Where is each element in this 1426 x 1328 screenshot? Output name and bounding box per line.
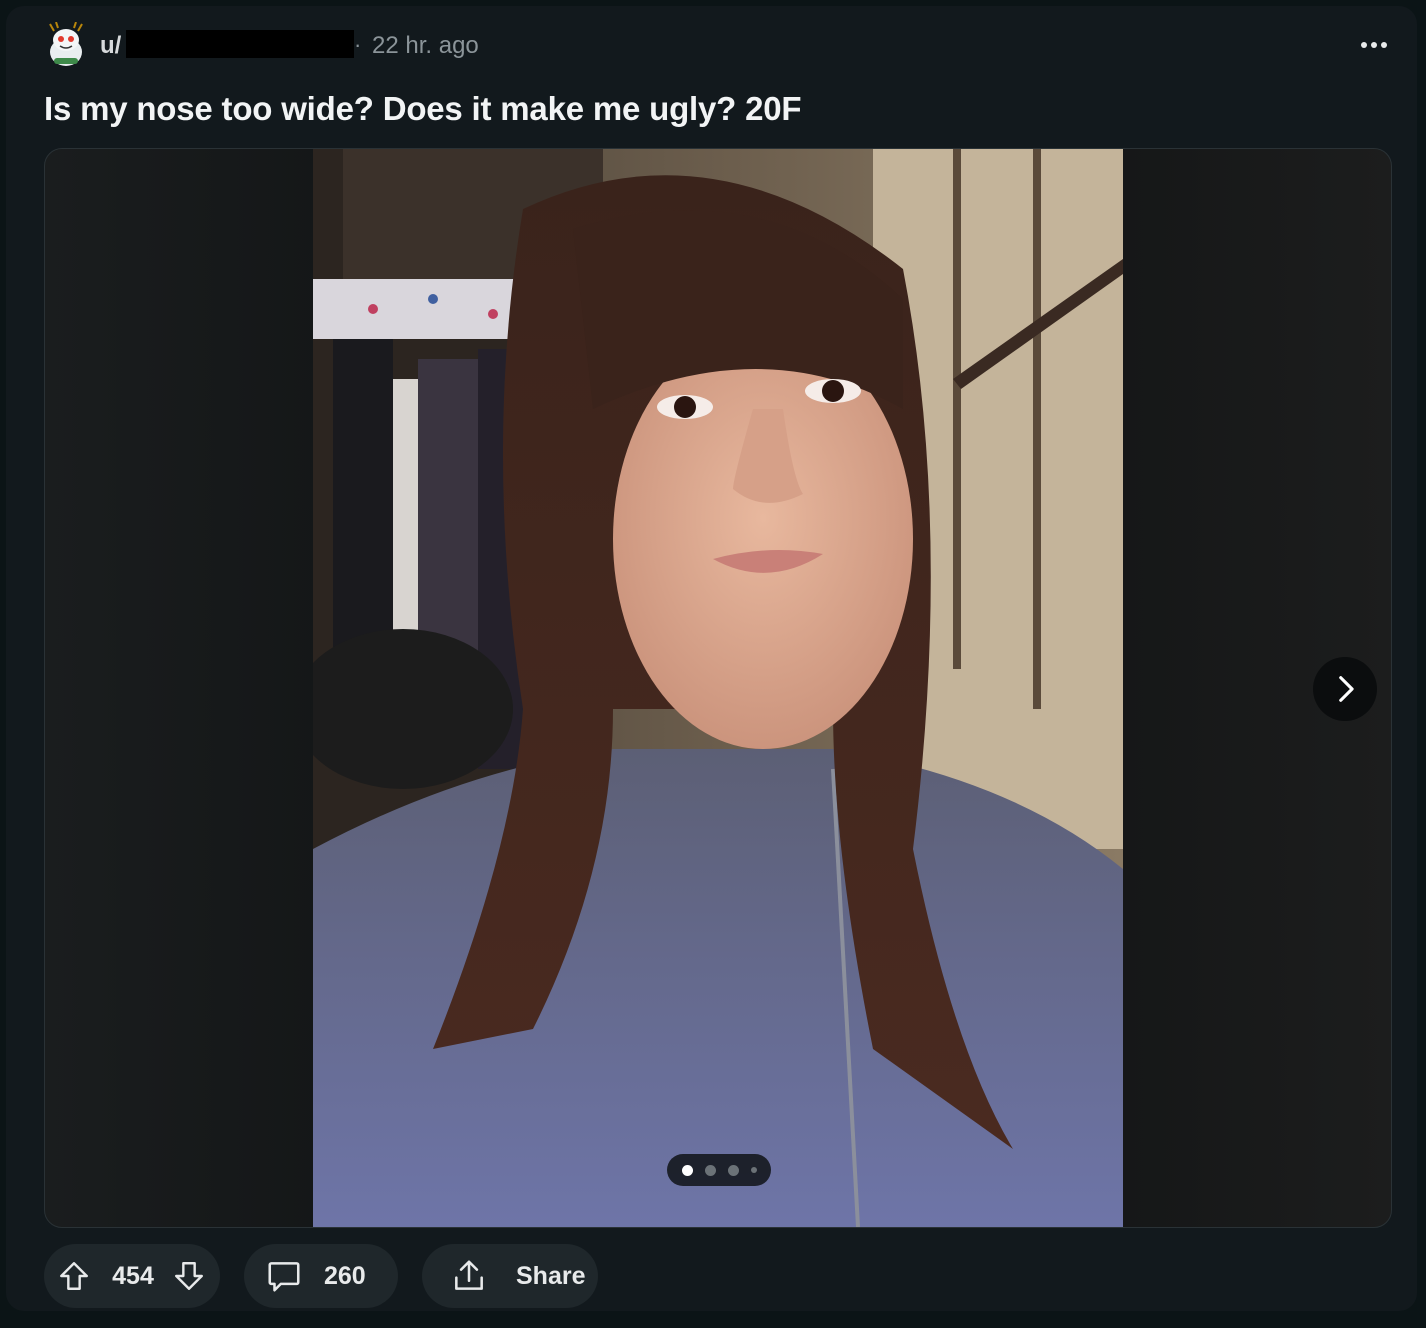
upvote-button[interactable] [44,1259,104,1293]
meta-separator: · [354,32,362,57]
page-dot-2[interactable] [704,1164,716,1176]
media-gallery[interactable] [44,148,1392,1228]
selfie-photo-image [313,149,1123,1227]
downvote-button[interactable] [162,1259,216,1293]
post-header: u/ · 22 hr. ago [44,20,1394,70]
arrow-up-icon [60,1262,88,1290]
username-redaction [126,30,354,58]
vote-control: 454 [44,1244,220,1308]
snoo-avatar-icon [49,21,83,66]
post-actions: 454 260 Share [44,1244,744,1308]
post-title[interactable]: Is my nose too wide? Does it make me ugl… [44,90,802,128]
share-button[interactable]: Share [422,1244,598,1308]
gallery-next-button[interactable] [1313,657,1377,721]
post-timestamp: 22 hr. ago [372,32,479,59]
comment-count: 260 [324,1261,366,1290]
comments-button[interactable]: 260 [244,1244,398,1308]
page-dot-1[interactable] [681,1164,693,1176]
page-dot-3[interactable] [727,1164,739,1176]
comment-icon-wrap [244,1257,324,1295]
vote-count: 454 [112,1261,154,1290]
more-horizontal-icon [1361,42,1387,48]
more-options-button[interactable] [1354,28,1394,62]
post-card: u/ · 22 hr. ago Is my nose too wide? Doe… [6,6,1417,1311]
share-upload-icon [455,1260,483,1290]
share-icon-wrap [422,1257,516,1295]
arrow-down-icon [175,1262,203,1290]
username-prefix[interactable]: u/ [100,32,121,60]
comment-bubble-icon [268,1262,300,1292]
chevron-right-icon [1339,676,1354,702]
page-dot-4[interactable] [750,1167,757,1173]
gallery-pagination [667,1154,771,1186]
share-label: Share [516,1261,586,1290]
user-avatar[interactable] [44,21,88,70]
gallery-photo[interactable] [313,149,1123,1227]
